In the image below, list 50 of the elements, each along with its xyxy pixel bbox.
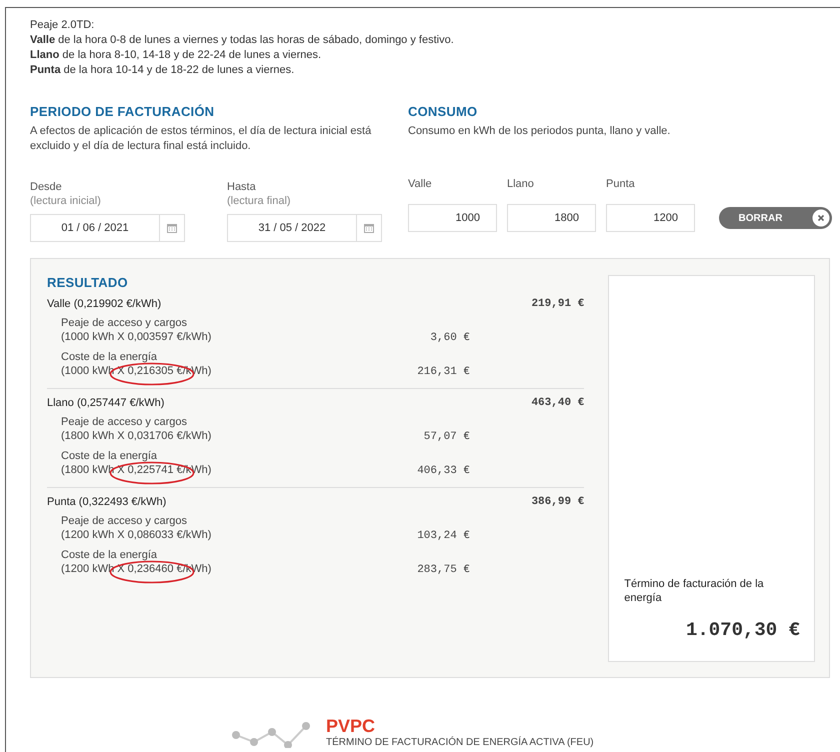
clear-button[interactable]: BORRAR [719, 207, 832, 229]
input-field[interactable]: 1000 [408, 204, 497, 232]
line-label: Peaje de acceso y cargos [61, 415, 188, 429]
line-amount: 406,33 € [416, 465, 470, 477]
line-detail: (1200 kWh X 0,086033 €/kWh) [61, 528, 212, 542]
field-sublabel: (lectura final) [227, 194, 292, 208]
line-amount: 103,24 € [416, 530, 470, 542]
input-field[interactable]: 1200 [606, 204, 695, 232]
intro-line: Llano de la hora 8-10, 14-18 y de 22-24 de lunes a viernes. [30, 48, 322, 63]
date-field[interactable]: 01 / 06 / 2021 [30, 214, 185, 242]
field-label: Llano [507, 177, 535, 191]
period-name: Punta (0,322493 €/kWh) [47, 496, 166, 508]
line-label: Coste de la energía [61, 449, 158, 463]
period-total: 219,91 € [531, 298, 584, 310]
field-label: Valle [408, 177, 433, 191]
date-field[interactable]: 31 / 05 / 2022 [227, 214, 382, 242]
input-field[interactable]: 1800 [507, 204, 596, 232]
section-description: A efectos de aplicación de estos términos, el día de lectura inicial está excluido y el día de lectura final está incluido. [30, 124, 372, 154]
line-amount: 3,60 € [429, 332, 470, 344]
calendar-icon[interactable] [364, 224, 374, 232]
line-amount: 57,07 € [422, 431, 470, 443]
summary-label: Término de facturación de la energía [624, 577, 764, 605]
period-total: 386,99 € [531, 496, 584, 508]
line-label: Peaje de acceso y cargos [61, 316, 188, 330]
summary-value: 1.070,30 € [684, 619, 800, 641]
section-title: PERIODO DE FACTURACIÓN [30, 104, 216, 119]
period-name: Valle (0,219902 €/kWh) [47, 298, 162, 310]
section-description: Consumo en kWh de los periodos punta, llano y valle. [408, 124, 672, 139]
line-detail: (1800 kWh X 0,031706 €/kWh) [61, 429, 212, 443]
field-label: Desde [30, 180, 63, 194]
period-name: Llano (0,257447 €/kWh) [47, 397, 164, 409]
intro-title: Peaje 2.0TD: [30, 18, 96, 33]
line-amount: 283,75 € [416, 564, 470, 576]
line-label: Coste de la energía [61, 548, 158, 562]
footer-title: PVPC [326, 716, 376, 736]
section-title: CONSUMO [408, 104, 478, 119]
close-icon[interactable] [812, 209, 830, 227]
line-amount: 216,31 € [416, 366, 470, 378]
result-title: RESULTADO [47, 275, 129, 290]
calendar-icon[interactable] [167, 224, 177, 232]
line-label: Coste de la energía [61, 350, 158, 364]
line-label: Peaje de acceso y cargos [61, 514, 188, 528]
intro-line: Punta de la hora 10-14 y de 18-22 de lunes a viernes. [30, 63, 296, 78]
field-sublabel: (lectura inicial) [30, 194, 102, 208]
field-label: Hasta [227, 180, 257, 194]
footer-subtitle: TÉRMINO DE FACTURACIÓN DE ENERGÍA ACTIVA (FEU) [326, 737, 594, 748]
intro-line: Valle de la hora 0-8 de lunes a viernes y todas las horas de sábado, domingo y festivo. [30, 33, 455, 48]
field-label: Punta [606, 177, 636, 191]
line-detail: (1000 kWh X 0,003597 €/kWh) [61, 330, 212, 344]
period-total: 463,40 € [531, 397, 584, 409]
